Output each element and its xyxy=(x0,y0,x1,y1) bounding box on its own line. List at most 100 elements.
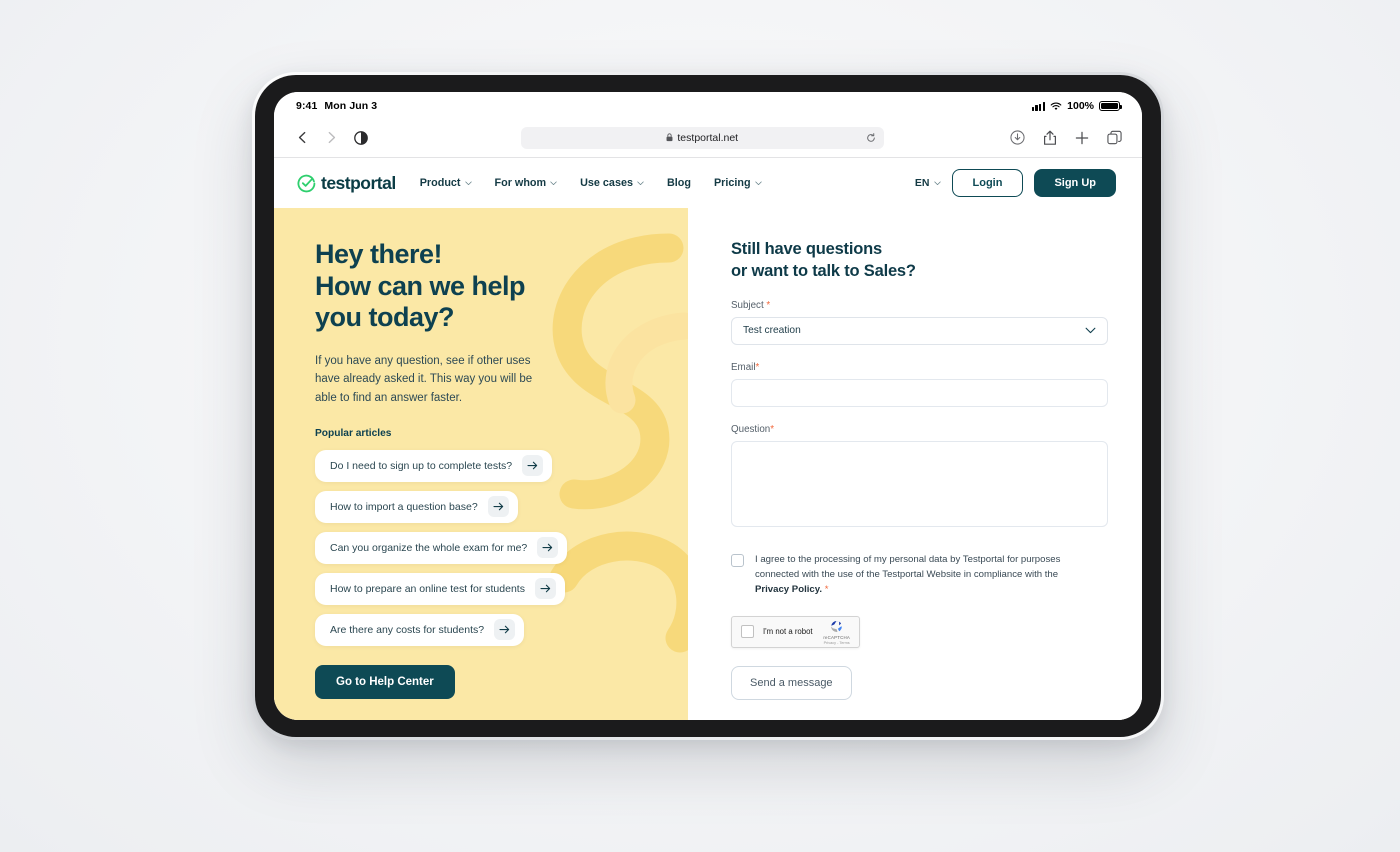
subject-field: Subject * Test creation xyxy=(731,300,1108,345)
article-link-item[interactable]: How to import a question base? xyxy=(315,490,518,523)
arrow-right-icon xyxy=(494,619,516,641)
question-label: Question* xyxy=(731,424,1108,435)
site-logo[interactable]: testportal xyxy=(297,173,396,194)
chevron-down-icon xyxy=(550,181,557,185)
arrow-right-icon xyxy=(487,496,509,518)
question-textarea[interactable] xyxy=(731,440,1108,527)
safari-toolbar: testportal.net xyxy=(274,118,1142,158)
subject-label-text: Subject xyxy=(731,299,764,311)
navbar-actions: EN Login Sign Up xyxy=(915,169,1116,197)
chevron-down-icon xyxy=(754,181,762,185)
hero-heading-line-3: you today? xyxy=(315,302,455,333)
consent-checkbox[interactable] xyxy=(731,553,744,567)
nav-item-for-whom[interactable]: For whom xyxy=(495,177,558,189)
device-screen: 9:41 Mon Jun 3 100% testportal.net testp… xyxy=(274,92,1142,720)
reader-mode-icon[interactable] xyxy=(354,130,368,145)
privacy-policy-link[interactable]: Privacy Policy. xyxy=(755,584,822,595)
battery-full-icon xyxy=(1099,100,1123,112)
share-icon[interactable] xyxy=(1043,130,1057,146)
hero-heading-line-1: Hey there! xyxy=(315,239,443,269)
website-viewport: testportal Product For whom Use cases Bl… xyxy=(274,158,1142,720)
article-label: Can you organize the whole exam for me? xyxy=(330,541,528,554)
arrow-right-icon xyxy=(522,455,544,477)
email-label-text: Email xyxy=(731,361,756,373)
browser-tools xyxy=(1010,130,1122,146)
hero-heading-line-2: How can we help xyxy=(315,270,526,301)
logo-wordmark: testportal xyxy=(321,172,396,193)
recaptcha-legal-text: Privacy - Terms xyxy=(823,640,850,645)
email-field: Email* xyxy=(731,362,1108,407)
article-label: How to prepare an online test for studen… xyxy=(330,582,525,595)
recaptcha-widget[interactable]: I'm not a robot reCAPTCHA Privacy - Term… xyxy=(731,615,860,648)
reload-icon[interactable] xyxy=(866,132,876,143)
chevron-right-icon[interactable] xyxy=(325,131,338,144)
nav-item-blog[interactable]: Blog xyxy=(667,177,691,189)
subject-label: Subject * xyxy=(731,300,1108,311)
chevron-down-icon xyxy=(1085,328,1096,334)
login-button[interactable]: Login xyxy=(951,169,1024,197)
go-to-help-center-button[interactable]: Go to Help Center xyxy=(315,664,455,699)
recaptcha-logo-icon xyxy=(831,620,842,632)
tabs-icon[interactable] xyxy=(1107,130,1122,145)
address-bar[interactable]: testportal.net xyxy=(520,126,884,149)
recaptcha-label: I'm not a robot xyxy=(763,627,813,637)
url-text: testportal.net xyxy=(677,131,739,144)
status-time: 9:41 xyxy=(296,100,318,112)
page-content: Hey there! How can we help you today? If… xyxy=(274,208,1142,720)
article-label: Do I need to sign up to complete tests? xyxy=(330,459,513,472)
article-link-item[interactable]: Do I need to sign up to complete tests? xyxy=(315,449,553,482)
form-heading-line-2: or want to talk to Sales? xyxy=(731,261,916,280)
url-bar-wrapper: testportal.net xyxy=(408,126,996,149)
article-link-item[interactable]: How to prepare an online test for studen… xyxy=(315,572,565,605)
subject-select[interactable]: Test creation xyxy=(731,316,1108,345)
chevron-down-icon xyxy=(637,181,644,185)
send-message-button[interactable]: Send a message xyxy=(731,665,852,700)
arrow-right-icon xyxy=(534,578,556,600)
nav-item-use-cases[interactable]: Use cases xyxy=(580,177,644,189)
article-link-item[interactable]: Can you organize the whole exam for me? xyxy=(315,531,568,564)
nav-item-product[interactable]: Product xyxy=(420,177,472,189)
contact-form-panel: Still have questions or want to talk to … xyxy=(688,208,1142,720)
nav-label: For whom xyxy=(494,177,547,189)
chevron-left-icon[interactable] xyxy=(296,131,309,144)
cellular-bars-icon xyxy=(1031,101,1046,111)
nav-item-pricing[interactable]: Pricing xyxy=(714,177,762,189)
language-selector[interactable]: EN xyxy=(915,177,941,189)
popular-articles-list: Do I need to sign up to complete tests? … xyxy=(315,449,688,646)
battery-percent: 100% xyxy=(1067,100,1094,112)
form-heading: Still have questions or want to talk to … xyxy=(731,239,1108,283)
subject-selected-value: Test creation xyxy=(743,325,801,337)
tablet-device: 9:41 Mon Jun 3 100% testportal.net testp… xyxy=(252,72,1164,740)
chevron-down-icon xyxy=(464,181,472,185)
lock-icon xyxy=(666,133,673,142)
nav-label: Use cases xyxy=(580,177,633,189)
consent-row: I agree to the processing of my personal… xyxy=(731,553,1108,598)
status-bar-right: 100% xyxy=(1031,100,1123,112)
popular-articles-title: Popular articles xyxy=(315,427,392,439)
required-marker: * xyxy=(770,423,775,435)
email-input[interactable] xyxy=(731,378,1108,407)
recaptcha-checkbox[interactable] xyxy=(741,625,754,639)
form-heading-line-1: Still have questions xyxy=(731,240,882,258)
nav-label: Product xyxy=(419,177,461,189)
hero-heading: Hey there! How can we help you today? xyxy=(315,239,688,334)
wifi-icon xyxy=(1050,102,1062,110)
article-label: Are there any costs for students? xyxy=(330,623,485,636)
question-field: Question* xyxy=(731,424,1108,532)
recaptcha-branding: reCAPTCHA Privacy - Terms xyxy=(823,619,850,645)
recaptcha-brand-text: reCAPTCHA xyxy=(823,634,850,640)
plus-icon[interactable] xyxy=(1075,131,1089,145)
signup-button[interactable]: Sign Up xyxy=(1034,169,1116,197)
language-label: EN xyxy=(914,177,930,189)
required-marker: * xyxy=(766,299,771,311)
nav-label: Blog xyxy=(666,177,691,189)
browser-nav-buttons xyxy=(296,130,408,145)
download-icon[interactable] xyxy=(1010,130,1025,145)
hero-paragraph: If you have any question, see if other u… xyxy=(315,354,533,404)
article-link-item[interactable]: Are there any costs for students? xyxy=(315,613,525,646)
testportal-check-circle-icon xyxy=(297,174,316,192)
article-label: How to import a question base? xyxy=(330,500,478,513)
main-menu: Product For whom Use cases Blog Pricing xyxy=(420,177,762,189)
required-marker: * xyxy=(755,361,760,373)
hero-panel: Hey there! How can we help you today? If… xyxy=(274,208,688,720)
